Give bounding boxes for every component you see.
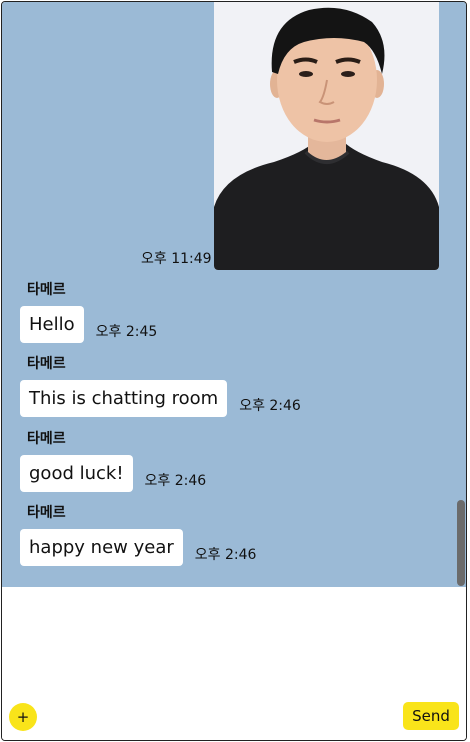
message-time: 오후 2:45 — [95, 324, 158, 340]
sender-name: 타메르 — [27, 431, 66, 447]
sent-photo-time: 오후 11:49 — [141, 251, 212, 267]
message-bubble[interactable]: This is chatting room — [20, 380, 228, 417]
message-time: 오후 2:46 — [144, 473, 207, 489]
message-list[interactable]: 오후 11:49 타메르 Hello 오후 2:45 타메르 This is c… — [2, 2, 466, 587]
message-item: 타메르 This is chatting room 오후 2:46 — [20, 354, 301, 417]
add-attachment-button[interactable]: + — [9, 703, 37, 731]
message-time: 오후 2:46 — [239, 398, 301, 414]
message-time: 오후 2:46 — [194, 547, 257, 563]
message-item: 타메르 Hello 오후 2:45 — [20, 280, 157, 343]
chat-window: 오후 11:49 타메르 Hello 오후 2:45 타메르 This is c… — [1, 1, 467, 741]
send-button[interactable]: Send — [403, 702, 459, 730]
message-item: 타메르 good luck! 오후 2:46 — [20, 429, 206, 492]
message-bubble[interactable]: Hello — [20, 306, 84, 343]
sent-photo[interactable] — [214, 2, 439, 270]
message-bubble[interactable]: good luck! — [20, 455, 133, 492]
message-composer[interactable]: + Send — [2, 587, 466, 740]
portrait-photo — [214, 2, 439, 270]
message-item: 타메르 happy new year 오후 2:46 — [20, 503, 256, 566]
sender-name: 타메르 — [27, 282, 66, 298]
sender-name: 타메르 — [27, 356, 66, 372]
message-bubble[interactable]: happy new year — [20, 529, 183, 566]
scrollbar-thumb[interactable] — [457, 500, 465, 586]
sender-name: 타메르 — [27, 505, 66, 521]
